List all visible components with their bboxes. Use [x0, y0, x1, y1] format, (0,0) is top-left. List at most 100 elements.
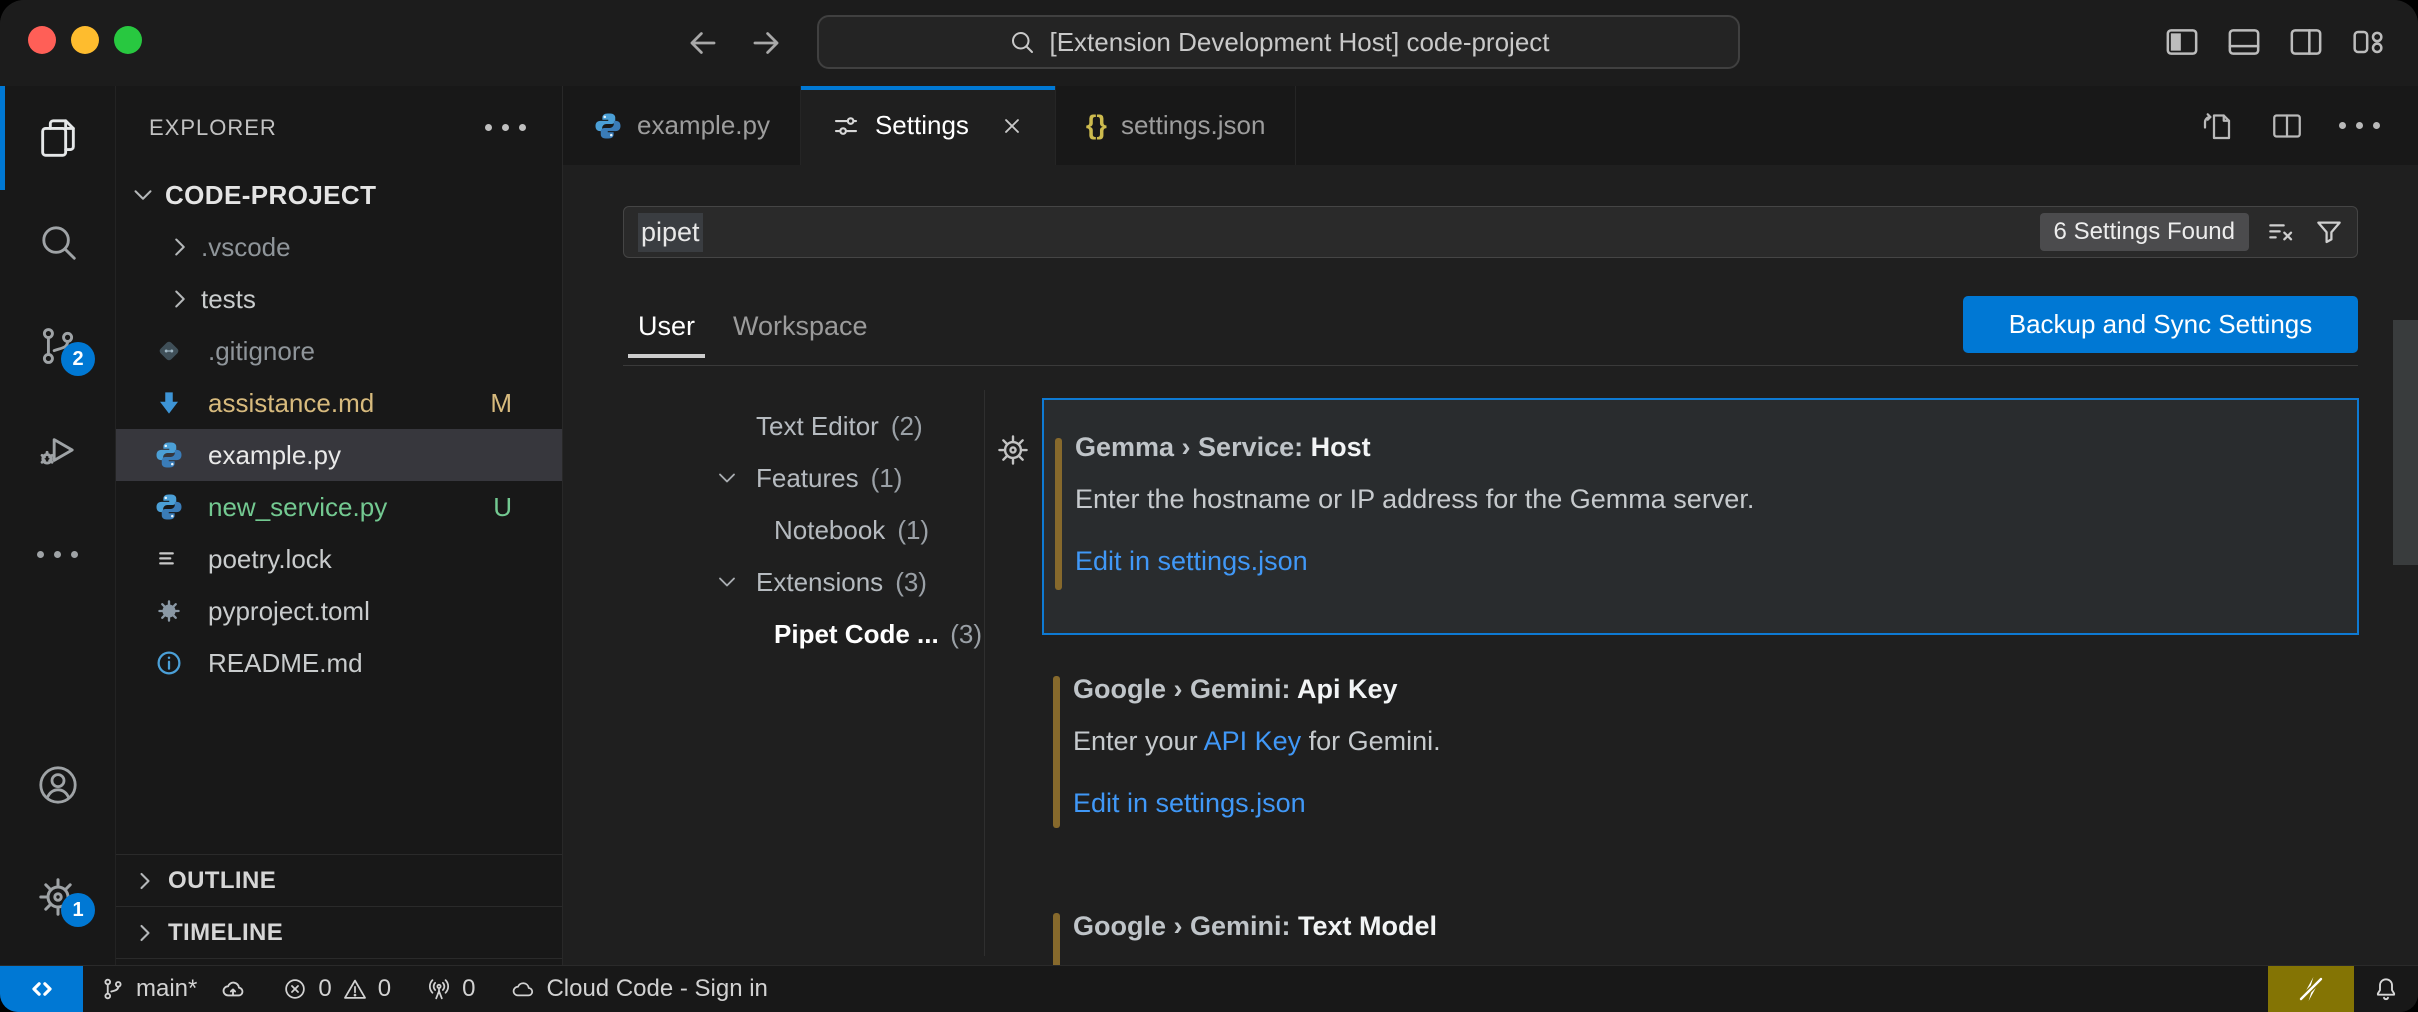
open-settings-json-icon[interactable] — [2199, 108, 2235, 144]
close-window-button[interactable] — [28, 26, 56, 54]
editor-actions — [2199, 86, 2418, 165]
toggle-primary-sidebar-icon[interactable] — [2162, 22, 2202, 62]
ai-status-button[interactable] — [2268, 966, 2354, 1012]
tree-item-pyproject-toml[interactable]: pyproject.toml — [116, 585, 562, 637]
toc-features[interactable]: Features (1) — [623, 452, 984, 504]
customize-layout-icon[interactable] — [2348, 22, 2388, 62]
explorer-more-actions[interactable] — [485, 124, 526, 131]
setting-item-gemini-api-key[interactable]: Google › Gemini: Api Key Enter your API … — [1042, 638, 2359, 878]
activitybar-settings[interactable]: 1 — [0, 845, 115, 949]
setting-title: Google › Gemini: Api Key — [1042, 638, 2359, 705]
list-icon — [152, 544, 186, 574]
git-icon — [152, 336, 186, 366]
toc-extensions[interactable]: Extensions (3) — [623, 556, 984, 608]
arrow-right-icon — [747, 24, 785, 62]
tree-item-readme-md[interactable]: README.md — [116, 637, 562, 689]
file-label: example.py — [208, 440, 341, 471]
tree-item-tests[interactable]: tests — [116, 273, 562, 325]
python-icon — [593, 111, 623, 141]
tree-item-new-service-py[interactable]: new_service.py U — [116, 481, 562, 533]
toc-pipet-code[interactable]: Pipet Code ... (3) — [623, 608, 984, 660]
ellipsis-icon — [37, 551, 78, 558]
setting-title: Google › Gemini: Text Model — [1042, 875, 2359, 942]
file-tree: CODE-PROJECT .vscode tests .gitignore — [116, 169, 562, 689]
edit-in-settings-json-link[interactable]: Edit in settings.json — [1044, 515, 2357, 577]
file-label: poetry.lock — [208, 544, 332, 575]
outline-section[interactable]: OUTLINE — [116, 854, 562, 906]
warning-icon — [341, 975, 369, 1003]
git-status-badge: U — [493, 492, 512, 523]
ports-count: 0 — [462, 975, 475, 1003]
api-key-link[interactable]: API Key — [1204, 726, 1302, 756]
chevron-down-icon — [713, 568, 741, 596]
modified-indicator — [1055, 438, 1062, 590]
chevron-down-icon — [713, 464, 741, 492]
python-icon — [152, 440, 186, 470]
cloud-code-status-item[interactable]: Cloud Code - Sign in — [509, 975, 767, 1003]
activitybar-explorer[interactable] — [0, 86, 115, 190]
tree-item-example-py[interactable]: example.py — [116, 429, 562, 481]
split-editor-icon[interactable] — [2269, 108, 2305, 144]
activitybar-run-debug[interactable] — [0, 398, 115, 502]
chevron-right-icon — [130, 919, 160, 947]
tab-settings[interactable]: Settings — [801, 86, 1056, 165]
command-center[interactable]: [Extension Development Host] code-projec… — [817, 15, 1740, 69]
toggle-secondary-sidebar-icon[interactable] — [2286, 22, 2326, 62]
scope-tab-user[interactable]: User — [628, 311, 705, 358]
problems-status-item[interactable]: 0 0 — [281, 975, 391, 1003]
notifications-button[interactable] — [2354, 966, 2418, 1012]
more-actions-icon[interactable] — [2339, 122, 2380, 129]
folder-label: tests — [201, 284, 256, 315]
results-count-badge: 6 Settings Found — [2040, 213, 2249, 251]
toc-text-editor[interactable]: Text Editor (2) — [623, 400, 984, 452]
close-icon[interactable] — [999, 113, 1025, 139]
clear-filters-icon[interactable] — [2265, 216, 2297, 248]
setting-description: Enter the hostname or IP address for the… — [1044, 463, 2357, 515]
file-label: new_service.py — [208, 492, 387, 523]
toc-notebook[interactable]: Notebook (1) — [623, 504, 984, 556]
settings-search-input[interactable]: pipet 6 Settings Found — [623, 206, 2358, 258]
file-label: README.md — [208, 648, 363, 679]
toggle-panel-icon[interactable] — [2224, 22, 2264, 62]
ports-status-item[interactable]: 0 — [425, 975, 475, 1003]
scrollbar-thumb[interactable] — [2393, 320, 2418, 565]
backup-sync-button[interactable]: Backup and Sync Settings — [1963, 296, 2358, 353]
scm-badge: 2 — [61, 342, 95, 376]
tree-item-assistance-md[interactable]: assistance.md M — [116, 377, 562, 429]
setting-item-gemma-service-host[interactable]: Gemma › Service: Host Enter the hostname… — [1042, 398, 2359, 635]
filter-icon[interactable] — [2313, 216, 2345, 248]
chevron-right-icon — [130, 867, 160, 895]
git-branch-icon — [99, 975, 127, 1003]
tab-example-py[interactable]: example.py — [563, 86, 801, 165]
tree-item-gitignore[interactable]: .gitignore — [116, 325, 562, 377]
minimize-window-button[interactable] — [71, 26, 99, 54]
tree-item-vscode[interactable]: .vscode — [116, 221, 562, 273]
activitybar-more[interactable] — [0, 502, 115, 606]
edit-in-settings-json-link[interactable]: Edit in settings.json — [1042, 757, 2359, 819]
remote-indicator[interactable] — [0, 966, 83, 1012]
cloud-upload-icon — [219, 975, 247, 1003]
titlebar: [Extension Development Host] code-projec… — [0, 0, 2418, 87]
settings-badge: 1 — [61, 893, 95, 927]
scope-tab-workspace[interactable]: Workspace — [723, 311, 878, 358]
setting-actions-gear-icon[interactable] — [994, 431, 1032, 469]
nav-back-button[interactable] — [680, 20, 726, 66]
json-braces-icon: {} — [1086, 110, 1107, 141]
setting-description: Enter your API Key for Gemini. — [1042, 705, 2359, 757]
file-label: pyproject.toml — [208, 596, 370, 627]
maximize-window-button[interactable] — [114, 26, 142, 54]
tree-root-code-project[interactable]: CODE-PROJECT — [116, 169, 562, 221]
explorer-title: EXPLORER — [149, 115, 277, 141]
editor-area: example.py Settings {} settings.json — [563, 86, 2418, 966]
activitybar-accounts[interactable] — [0, 733, 115, 837]
activitybar-search[interactable] — [0, 190, 115, 294]
timeline-section[interactable]: TIMELINE — [116, 906, 562, 959]
root-folder-label: CODE-PROJECT — [165, 180, 376, 211]
tree-item-poetry-lock[interactable]: poetry.lock — [116, 533, 562, 585]
chevron-right-icon — [165, 284, 195, 314]
activitybar-source-control[interactable]: 2 — [0, 294, 115, 398]
branch-status-item[interactable]: main* — [99, 975, 247, 1003]
info-icon — [152, 648, 186, 678]
nav-forward-button[interactable] — [743, 20, 789, 66]
tab-settings-json[interactable]: {} settings.json — [1056, 86, 1297, 165]
